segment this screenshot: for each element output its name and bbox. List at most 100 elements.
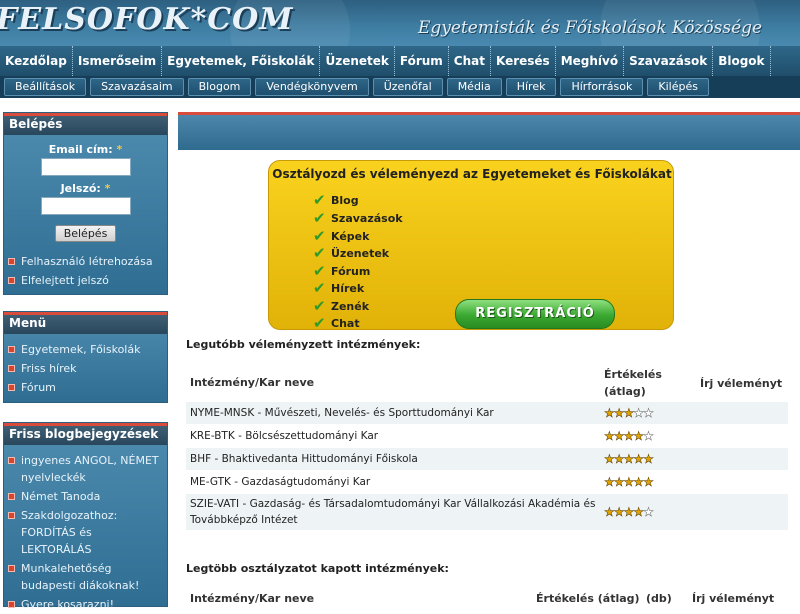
subnav-news-sources[interactable]: Hírforrások [560, 78, 644, 96]
star-icon: ★ [623, 505, 634, 520]
blog-post-link[interactable]: Munkalehetőség budapesti diákoknak! [4, 559, 167, 595]
check-icon: ✔ [313, 262, 326, 280]
star-icon: ★ [613, 406, 625, 421]
institution-name-link[interactable]: NYME-MNSK - Művészeti, Nevelés- és Sport… [186, 405, 604, 421]
rating-stars: ★★★★★ [604, 406, 700, 421]
table-body: NYME-MNSK - Művészeti, Nevelés- és Sport… [186, 402, 788, 531]
main-content: Osztályozd és véleményezd az Egyetemeket… [178, 112, 800, 605]
check-icon: ✔ [313, 244, 326, 262]
subnav-settings[interactable]: Beállítások [4, 78, 87, 96]
nav-search[interactable]: Keresés [491, 46, 556, 76]
email-field[interactable] [40, 158, 131, 176]
col-count-header: (db) [646, 591, 672, 605]
blog-post-link[interactable]: Német Tanoda [4, 487, 167, 506]
bullet-icon [8, 493, 15, 500]
bullet-icon [8, 512, 15, 519]
menu-link-fresh-news[interactable]: Friss hírek [4, 359, 167, 378]
bullet-icon [8, 258, 15, 265]
forgot-password-link[interactable]: Elfelejtett jelszó [4, 271, 167, 290]
login-panel: Belépés Email cím: * Jelszó: * Belépés F… [3, 112, 168, 295]
feature-item: ✔ Hírek [313, 279, 364, 297]
subnav-guestbook[interactable]: Vendégkönyvem [255, 78, 369, 96]
star-icon: ★ [633, 429, 644, 444]
feature-item: ✔ Üzenetek [313, 244, 389, 262]
main-nav: Kezdőlap Ismerőseim Egyetemek, Főiskolák… [0, 46, 800, 76]
star-icon: ★ [613, 475, 625, 490]
nav-home[interactable]: Kezdőlap [0, 46, 73, 76]
star-icon: ★ [613, 452, 625, 467]
institution-name-link[interactable]: KRE-BTK - Bölcsészettudományi Kar [186, 428, 604, 444]
most-rated-table: Intézmény/Kar neve Értékelés (átlag) (db… [186, 588, 788, 608]
menu-link-forum[interactable]: Fórum [4, 378, 167, 397]
feature-item: ✔ Képek [313, 227, 369, 245]
feature-label: Üzenetek [331, 246, 390, 260]
check-icon: ✔ [313, 314, 326, 332]
create-account-link[interactable]: Felhasználó létrehozása [4, 252, 167, 271]
sub-nav: Beállítások Szavazásaim Blogom Vendégkön… [0, 76, 800, 98]
password-label: Jelszó: * [60, 182, 111, 195]
most-rated-title: Legtöbb osztályzatot kapott intézmények: [186, 562, 449, 575]
institution-name-link[interactable]: ME-GTK - Gazdaságtudományi Kar [186, 474, 604, 490]
star-icon: ★ [633, 406, 644, 421]
blog-post-link[interactable]: ingyenes ANGOL, NÉMET nyelvleckék [4, 451, 167, 487]
check-icon: ✔ [313, 297, 326, 315]
subnav-wall[interactable]: Üzenőfal [372, 78, 443, 96]
check-icon: ✔ [313, 227, 326, 245]
nav-polls[interactable]: Szavazások [624, 46, 714, 76]
rating-stars: ★★★★★ [604, 429, 700, 444]
feature-label: Blog [331, 193, 359, 207]
login-button[interactable]: Belépés [54, 225, 117, 242]
password-field[interactable] [40, 197, 131, 215]
most-reviewed-table: Intézmény/Kar neve Értékelés (átlag) Írj… [186, 364, 788, 531]
most-reviewed-title: Legutóbb véleményzett intézmények: [186, 338, 421, 351]
star-icon: ★ [604, 475, 615, 490]
check-icon: ✔ [313, 191, 326, 209]
nav-chat[interactable]: Chat [449, 46, 491, 76]
star-icon: ★ [633, 475, 644, 490]
feature-label: Fórum [331, 264, 371, 278]
main-header-bar [178, 112, 800, 150]
nav-messages[interactable]: Üzenetek [320, 46, 395, 76]
bullet-icon [8, 277, 15, 284]
col-write-header: Írj véleményt [692, 591, 775, 605]
subnav-my-polls[interactable]: Szavazásaim [90, 78, 184, 96]
table-row: KRE-BTK - Bölcsészettudományi Kar ★★★★★ [186, 425, 788, 448]
register-button[interactable]: REGISZTRÁCIÓ [455, 299, 615, 329]
login-panel-title: Belépés [4, 113, 167, 135]
table-header: Intézmény/Kar neve Értékelés (átlag) (db… [186, 588, 788, 608]
subnav-news[interactable]: Hírek [505, 78, 557, 96]
feature-label: Zenék [331, 299, 370, 313]
nav-invite[interactable]: Meghívó [556, 46, 625, 76]
star-icon: ★ [643, 406, 654, 421]
blog-post-link[interactable]: Szakdolgozathoz: FORDÍTÁS és LEKTORÁLÁS [4, 506, 167, 559]
rating-stars: ★★★★★ [604, 475, 700, 490]
nav-blogs[interactable]: Blogok [713, 46, 771, 76]
site-logo[interactable]: FELSOFOK*COM [0, 2, 293, 37]
check-icon: ✔ [313, 279, 326, 297]
star-icon: ★ [623, 429, 634, 444]
subnav-logout[interactable]: Kilépés [647, 78, 709, 96]
menu-link-universities[interactable]: Egyetemek, Főiskolák [4, 340, 167, 359]
nav-universities[interactable]: Egyetemek, Főiskolák [162, 46, 321, 76]
blog-post-link[interactable]: Gyere kosarazni! [4, 595, 167, 614]
feature-label: Szavazások [331, 211, 403, 225]
promo-title: Osztályozd és véleményezd az Egyetemeket… [272, 167, 672, 181]
bullet-icon [8, 365, 15, 372]
star-icon: ★ [623, 452, 634, 467]
subnav-my-blog[interactable]: Blogom [187, 78, 252, 96]
feature-item: ✔ Blog [313, 191, 359, 209]
institution-name-link[interactable]: BHF - Bhaktivedanta Hittudományi Főiskol… [186, 451, 604, 467]
table-header: Intézmény/Kar neve Értékelés (átlag) Írj… [186, 364, 788, 402]
star-icon: ★ [604, 429, 615, 444]
institution-name-link[interactable]: SZIE-VATI - Gazdaság- és Társadalomtudom… [186, 496, 604, 528]
table-row: NYME-MNSK - Művészeti, Nevelés- és Sport… [186, 402, 788, 425]
col-rating-header: Értékelés (átlag) [604, 368, 662, 398]
sidebar: Belépés Email cím: * Jelszó: * Belépés F… [0, 98, 170, 611]
star-icon: ★ [623, 475, 634, 490]
subnav-media[interactable]: Média [446, 78, 502, 96]
bullet-icon [8, 601, 15, 608]
blog-panel-title: Friss blogbejegyzések [4, 423, 167, 445]
nav-forum[interactable]: Fórum [395, 46, 449, 76]
col-rating-header: Értékelés (átlag) [536, 591, 640, 605]
nav-friends[interactable]: Ismerőseim [73, 46, 163, 76]
